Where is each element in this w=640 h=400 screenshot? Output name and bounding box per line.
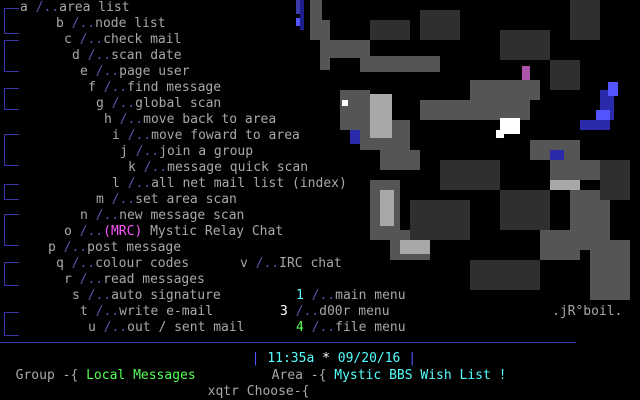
menu-key: n — [80, 208, 88, 223]
menu-separator: /.. — [143, 160, 168, 175]
menu-item-p[interactable]: p /..post message — [48, 240, 181, 256]
menu-label: Mystic Relay Chat — [150, 224, 284, 239]
menu-separator: /.. — [87, 48, 112, 63]
menu-key: a — [20, 0, 28, 15]
menu-key: b — [56, 16, 64, 31]
menu-key: d — [72, 48, 80, 63]
menu-item-m[interactable]: m /..set area scan — [96, 192, 237, 208]
menu-key: m — [96, 192, 104, 207]
menu-item-u[interactable]: u /..out / sent mail — [88, 320, 245, 336]
menu-item-c[interactable]: c /..check mail — [64, 32, 181, 48]
menu-label: global scan — [135, 96, 222, 111]
menu-label: move foward to area — [151, 128, 300, 143]
menu-key: h — [104, 112, 112, 127]
menu-item-j[interactable]: j /..join a group — [120, 144, 253, 160]
menu-key: l — [112, 176, 120, 191]
menu-key: e — [80, 64, 88, 79]
menu-key: f — [88, 80, 96, 95]
menu-label: new message scan — [119, 208, 245, 223]
top-bar-decoration — [296, 18, 300, 26]
group-line: Group -{ Local Messages — [0, 352, 196, 384]
menu-separator: /.. — [71, 16, 96, 31]
command-prompt[interactable]: xqtr Choose-{ — [192, 368, 317, 400]
artist-signature: .jR°boil. — [552, 304, 623, 319]
menu-key: c — [64, 32, 72, 47]
menu-label: area list — [59, 0, 130, 15]
menu-label: colour codes — [95, 256, 190, 271]
menu-label: set area scan — [135, 192, 237, 207]
menu-separator: /.. — [95, 304, 120, 319]
menu-separator: /.. — [79, 32, 104, 47]
menu-item-r[interactable]: r /..read messages — [64, 272, 205, 288]
menu-key: q — [56, 256, 64, 271]
menu-key: k — [128, 160, 136, 175]
prompt-label: Choose-{ — [246, 384, 310, 399]
menu-item-h[interactable]: h /..move back to area — [104, 112, 276, 128]
menu-item-e[interactable]: e /..page user — [80, 64, 190, 80]
menu-separator: /.. — [119, 112, 144, 127]
menu-label: page user — [119, 64, 190, 79]
menu-separator: /.. — [87, 288, 112, 303]
menu-item-q[interactable]: q /..colour codes — [56, 256, 189, 272]
menu-separator: /.. — [95, 208, 120, 223]
menu-separator: /.. — [79, 272, 104, 287]
menu-separator: /.. — [135, 144, 160, 159]
menu-label-prefix: (MRC) — [103, 224, 143, 239]
menu-key: o — [64, 224, 72, 239]
area-value: Mystic BBS Wish List ! — [334, 368, 507, 383]
menu-label: find message — [127, 80, 222, 95]
menu-key: s — [72, 288, 80, 303]
menu-key: t — [80, 304, 88, 319]
menu-item-i[interactable]: i /..move foward to area — [112, 128, 300, 144]
menu-label: post message — [87, 240, 182, 255]
menu-item-b[interactable]: b /..node list — [56, 16, 166, 32]
menu-label: out / sent mail — [127, 320, 245, 335]
menu-label: check mail — [103, 32, 182, 47]
menu-separator: /.. — [35, 0, 60, 15]
menu-key: r — [64, 272, 72, 287]
menu-separator: /.. — [111, 96, 136, 111]
menu-key: v — [240, 256, 248, 271]
menu-key: j — [120, 144, 128, 159]
menu-label: auto signature — [111, 288, 221, 303]
menu-item-o[interactable]: o /..(MRC) Mystic Relay Chat — [64, 224, 283, 240]
menu-label: write e-mail — [119, 304, 214, 319]
menu-item-t[interactable]: t /..write e-mail — [80, 304, 213, 320]
menu-separator: /.. — [103, 320, 128, 335]
menu-item-f[interactable]: f /..find message — [88, 80, 221, 96]
menu-item-n[interactable]: n /..new message scan — [80, 208, 244, 224]
menu-key: g — [96, 96, 104, 111]
menu-separator: /.. — [71, 256, 96, 271]
menu-item-a[interactable]: a /..area list — [20, 0, 130, 16]
menu-item-g[interactable]: g /..global scan — [96, 96, 221, 112]
menu-item-k[interactable]: k /..message quick scan — [128, 160, 308, 176]
menu-label: move back to area — [143, 112, 277, 127]
menu-label: read messages — [103, 272, 205, 287]
menu-separator: /.. — [255, 256, 280, 271]
menu-key: i — [112, 128, 120, 143]
group-label: Group -{ — [15, 368, 79, 383]
menu-label: scan date — [111, 48, 182, 63]
menu-item-s[interactable]: s /..auto signature — [72, 288, 221, 304]
menu-key: u — [88, 320, 96, 335]
menu-separator: /.. — [95, 64, 120, 79]
menu-separator: /.. — [111, 192, 136, 207]
group-value: Local Messages — [86, 368, 196, 383]
menu-separator: /.. — [127, 176, 152, 191]
menu-separator: /.. — [103, 80, 128, 95]
menu-separator: /.. — [79, 224, 104, 239]
menu-item-d[interactable]: d /..scan date — [72, 48, 182, 64]
menu-label: join a group — [159, 144, 254, 159]
menu-label: message quick scan — [167, 160, 309, 175]
menu-separator: /.. — [63, 240, 88, 255]
prompt-user: xqtr — [207, 384, 239, 399]
menu-key: 3 — [280, 304, 288, 319]
top-bar-decoration — [296, 0, 300, 14]
menu-separator: /.. — [127, 128, 152, 143]
menu-label: node list — [95, 16, 166, 31]
ansi-art-face — [300, 0, 630, 300]
menu-key: p — [48, 240, 56, 255]
